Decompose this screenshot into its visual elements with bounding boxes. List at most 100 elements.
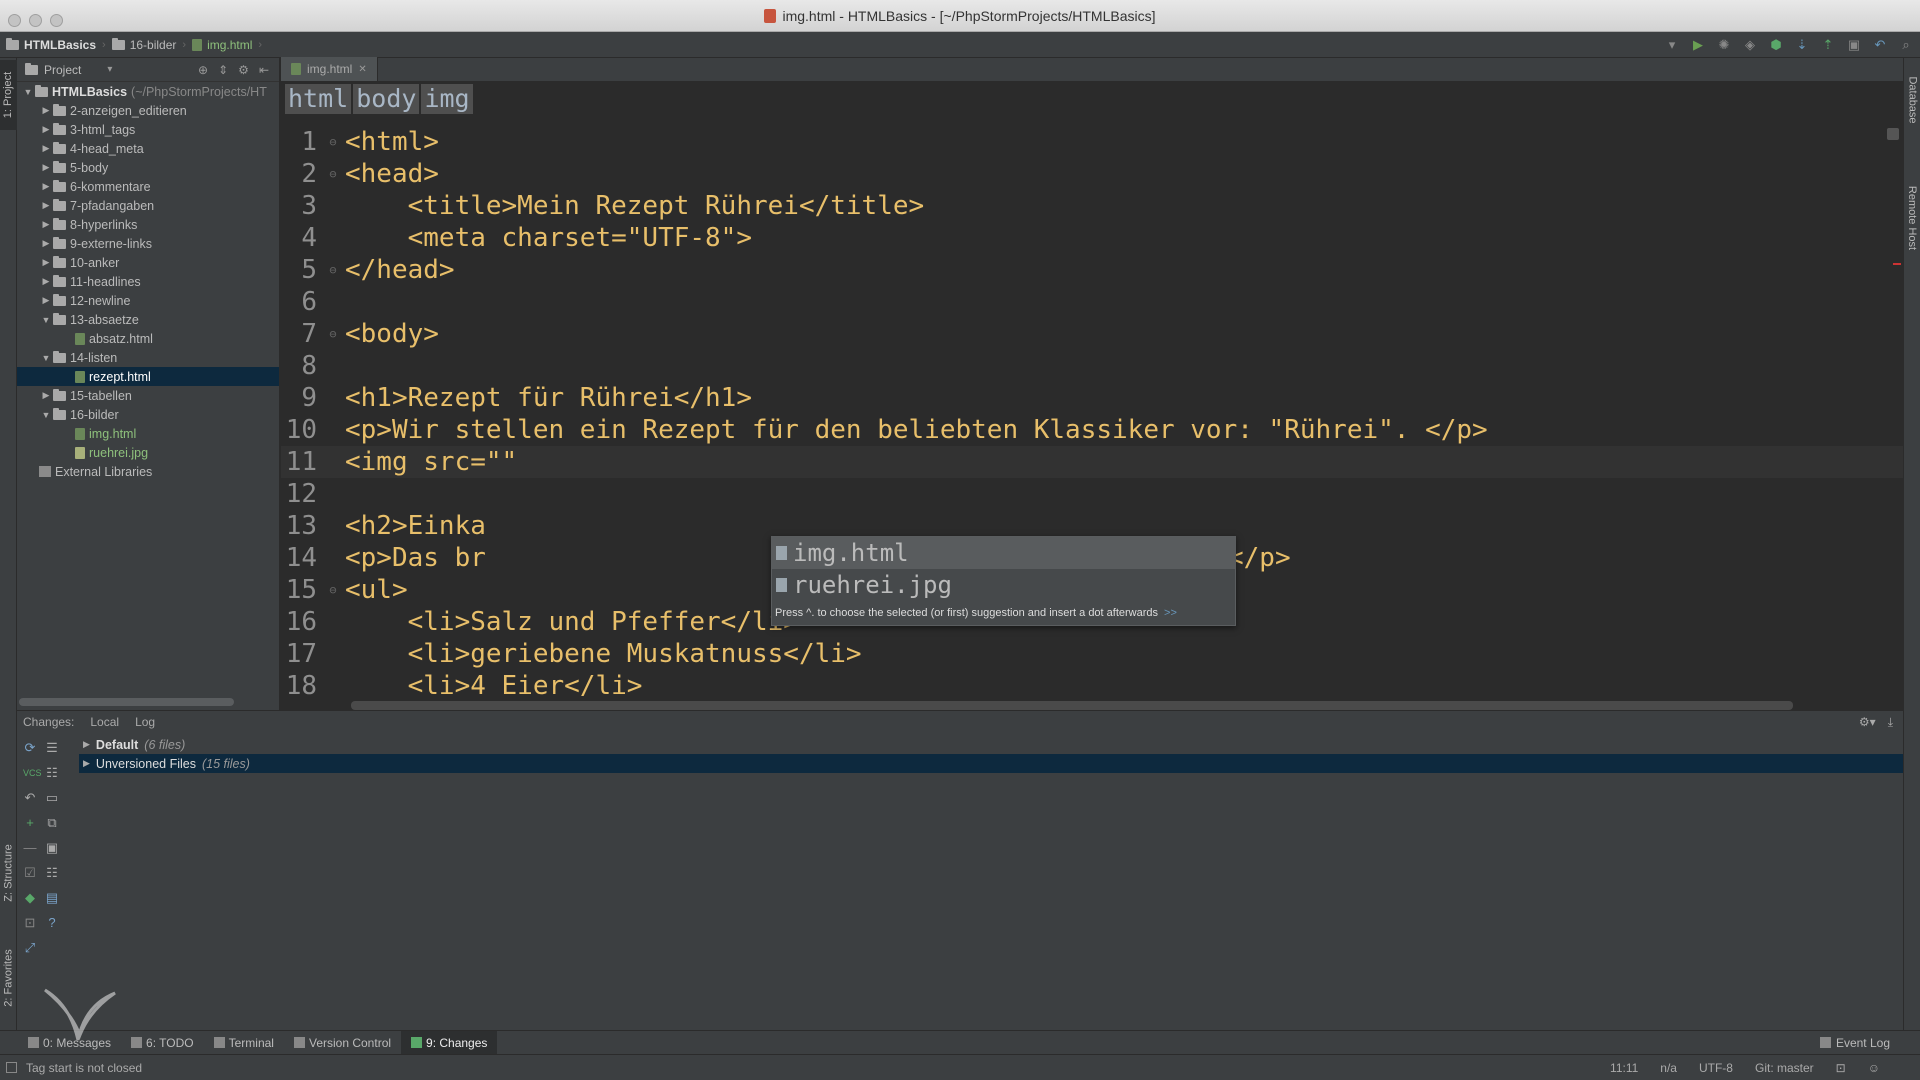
tree-item-folder[interactable]: ▼ 16-bilder [17, 405, 279, 424]
tree-item-folder[interactable]: ▶ 15-tabellen [17, 386, 279, 405]
caret-position[interactable]: 11:11 [1610, 1061, 1638, 1075]
chevron-right-icon[interactable]: ▶ [39, 390, 53, 401]
chevron-right-icon[interactable]: ▶ [39, 181, 53, 192]
editor-horizontal-scrollbar[interactable] [351, 701, 1793, 710]
chevron-right-icon[interactable]: ▶ [39, 219, 53, 230]
tree-item-folder[interactable]: ▶ 12-newline [17, 291, 279, 310]
chevron-right-icon[interactable]: ▶ [39, 276, 53, 287]
tag-breadcrumb-img[interactable]: img [421, 84, 473, 114]
database-tool-tab[interactable]: Database [1904, 60, 1920, 140]
chevron-right-icon[interactable]: ▶ [39, 105, 53, 116]
nav-crumb-folder[interactable]: 16-bilder [106, 37, 183, 52]
tool-window-todo[interactable]: 6: TODO [121, 1031, 204, 1055]
nav-crumb-file[interactable]: img.html [186, 38, 258, 52]
vcs-commit-icon[interactable]: ⇡ [1818, 35, 1838, 55]
coverage-icon[interactable]: ◈ [1740, 35, 1760, 55]
phpunit-icon[interactable]: ⬢ [1766, 35, 1786, 55]
favorites-tool-tab[interactable]: 2: Favorites [0, 938, 17, 1018]
inspector-icon[interactable]: ☺ [1868, 1061, 1880, 1075]
tree-item-file[interactable]: absatz.html [17, 329, 279, 348]
refresh-icon[interactable]: ⟳ [23, 740, 37, 755]
chevron-right-icon[interactable]: ▶ [39, 295, 53, 306]
tree-item-folder[interactable]: ▶ 2-anzeigen_editieren [17, 101, 279, 120]
chevron-right-icon[interactable]: ▶ [39, 200, 53, 211]
gear-icon[interactable]: ⚙ [238, 63, 249, 77]
shelve-icon[interactable]: ◆ [23, 890, 37, 905]
line-separator-widget[interactable]: n/a [1660, 1061, 1677, 1075]
tree-item-folder[interactable]: ▼ 13-absaetze [17, 310, 279, 329]
debug-icon[interactable]: ✺ [1714, 35, 1734, 55]
editor-tab-img-html[interactable]: img.html ✕ [281, 57, 378, 81]
tree-item-folder[interactable]: ▼ 14-listen [17, 348, 279, 367]
chevron-down-icon[interactable]: ▾ [107, 64, 112, 75]
checkbox-icon[interactable]: ☑ [23, 865, 37, 880]
scroll-from-source-icon[interactable]: ⊕ [198, 63, 208, 77]
collapse-all-icon[interactable]: ☷ [45, 765, 59, 780]
nav-crumb-project[interactable]: HTMLBasics [0, 37, 102, 52]
fold-icon[interactable]: ⊖ [321, 327, 345, 341]
editor-inspection-indicator[interactable] [1887, 128, 1899, 140]
help-icon[interactable]: ? [45, 915, 59, 930]
close-icon[interactable]: ✕ [358, 64, 366, 75]
show-diff-icon[interactable]: ▤ [45, 890, 59, 905]
autocomplete-more-link[interactable]: >> [1164, 607, 1177, 619]
vcs-commit-icon[interactable]: VCS [23, 766, 42, 780]
project-horizontal-scrollbar[interactable] [19, 698, 234, 706]
remove-icon[interactable]: — [23, 840, 37, 855]
tool-window-changes[interactable]: 9: Changes [401, 1030, 498, 1055]
tree-item-external-libraries[interactable]: External Libraries [17, 462, 279, 481]
chevron-right-icon[interactable]: ▶ [39, 238, 53, 249]
remote-host-tool-tab[interactable]: Remote Host [1904, 168, 1920, 268]
tool-window-version-control[interactable]: Version Control [284, 1031, 401, 1055]
chevron-right-icon[interactable]: ▶ [39, 257, 53, 268]
details-icon[interactable]: ☷ [45, 865, 59, 880]
tree-item-folder[interactable]: ▶ 4-head_meta [17, 139, 279, 158]
search-icon[interactable]: ⌕ [1896, 35, 1916, 55]
git-branch-widget[interactable]: Git: master [1755, 1061, 1814, 1075]
changelist-unversioned[interactable]: ▶ Unversioned Files (15 files) [79, 754, 1903, 773]
tree-item-file[interactable]: img.html [17, 424, 279, 443]
expand-icon[interactable]: ⤢ [23, 940, 37, 955]
zoom-window-button[interactable] [50, 14, 63, 27]
chevron-down-icon[interactable]: ▼ [21, 87, 35, 97]
chevron-down-icon[interactable]: ▼ [39, 353, 53, 363]
tree-item-folder[interactable]: ▶ 11-headlines [17, 272, 279, 291]
tree-item-folder[interactable]: ▶ 5-body [17, 158, 279, 177]
autocomplete-item-selected[interactable]: img.html [772, 537, 1235, 569]
tab-log[interactable]: Log [135, 715, 155, 729]
project-view-selector[interactable]: Project [44, 63, 81, 77]
fold-icon[interactable]: ⊖ [321, 135, 345, 149]
run-icon[interactable]: ▶ [1688, 35, 1708, 55]
status-panel-toggle-icon[interactable] [6, 1062, 17, 1073]
event-log-button[interactable]: Event Log [1819, 1036, 1920, 1050]
tree-item-file[interactable]: ruehrei.jpg [17, 443, 279, 462]
fold-icon[interactable]: ⊖ [321, 583, 345, 597]
tag-breadcrumb-html[interactable]: html [285, 84, 352, 114]
chevron-right-icon[interactable]: ▶ [83, 758, 90, 769]
tree-item-folder[interactable]: ▶ 10-anker [17, 253, 279, 272]
hide-panel-icon[interactable]: ⤓ [1888, 715, 1893, 730]
error-stripe-marker[interactable] [1893, 263, 1901, 265]
chevron-down-icon[interactable]: ▼ [39, 315, 53, 325]
gear-icon[interactable]: ⚙▾ [1859, 715, 1876, 730]
chevron-right-icon[interactable]: ▶ [83, 739, 90, 750]
encoding-widget[interactable]: UTF-8 [1699, 1061, 1733, 1075]
group-by-icon[interactable]: ▭ [45, 790, 59, 805]
chevron-right-icon[interactable]: ▶ [39, 143, 53, 154]
tab-local[interactable]: Local [90, 715, 119, 729]
tree-root-htmlbasics[interactable]: ▼ HTMLBasics (~/PhpStormProjects/HT [17, 82, 279, 101]
tree-item-folder[interactable]: ▶ 7-pfadangaben [17, 196, 279, 215]
run-config-dropdown-icon[interactable]: ▾ [1662, 35, 1682, 55]
hide-panel-icon[interactable]: ⇤ [259, 63, 269, 77]
vcs-compare-icon[interactable]: ▣ [1844, 35, 1864, 55]
fold-icon[interactable]: ⊖ [321, 167, 345, 181]
tag-breadcrumb-body[interactable]: body [353, 84, 420, 114]
vcs-revert-icon[interactable]: ↶ [1870, 35, 1890, 55]
structure-tool-tab[interactable]: Z: Structure [0, 828, 17, 918]
minimize-window-button[interactable] [29, 14, 42, 27]
lock-icon[interactable]: ⊡ [1836, 1061, 1846, 1075]
close-window-button[interactable] [8, 14, 21, 27]
chevron-right-icon[interactable]: ▶ [39, 124, 53, 135]
chevron-right-icon[interactable]: ▶ [39, 162, 53, 173]
tool-window-terminal[interactable]: Terminal [204, 1031, 284, 1055]
